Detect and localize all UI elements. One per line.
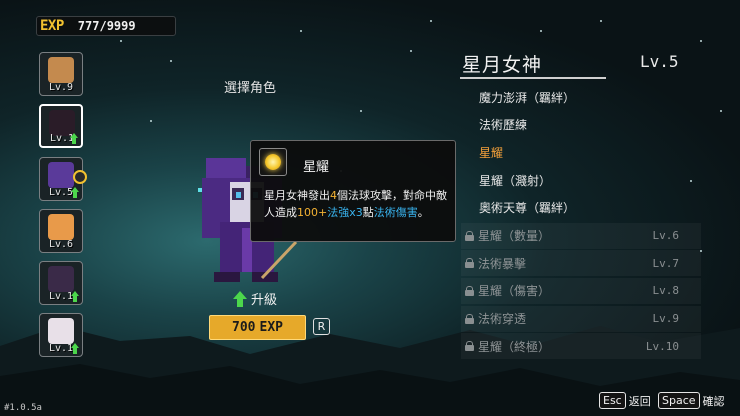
lock-icon [465,230,474,241]
lock-icon [465,258,474,269]
skill-name: 奧術天尊（羈絆） [479,201,576,216]
skill-row[interactable]: 法術穿透 Lv.9 [461,305,701,332]
star [720,110,722,112]
confirm-hint[interactable]: Space 確認 [658,392,725,409]
star [300,30,302,32]
hero-level-label: Lv.9 [49,82,74,93]
hero-level-label: Lv.5 [49,187,74,198]
coin-badge-icon [73,170,87,184]
skill-row[interactable]: 法術暴擊 Lv.7 [461,250,701,277]
skill-unlock-level: Lv.9 [652,312,680,326]
tooltip-text-segment: 4 [330,189,337,202]
cost-amount: 700 [232,320,256,335]
star [360,110,362,112]
skill-name: 法術歷練 [479,118,528,133]
hero-portrait [48,266,74,292]
skill-name: 法術穿透 [478,312,527,327]
skill-name: 星耀（終極） [478,339,551,354]
confirm-label: 確認 [702,394,725,408]
back-label: 返回 [628,394,651,408]
exp-bar: EXP 777/9999 [36,16,176,36]
tooltip-text-segment: 100+ [297,206,328,219]
skill-row[interactable]: 星耀 [461,139,701,165]
hotkey-r: R [313,318,330,335]
upgrade-label: 升級 [251,293,278,308]
star [700,40,702,42]
version-label: #1.0.5a [4,403,42,413]
name-underline [460,77,606,79]
skill-row[interactable]: 星耀（數量） Lv.6 [461,222,701,249]
cost-unit: EXP [259,320,283,335]
hero-level-label: Lv.1 [49,343,74,354]
skill-tooltip: 星耀 星月女神發出4個法球攻擊，對命中敵人造成100+法強x3點法術傷害。 [250,140,456,242]
star [430,20,432,22]
skill-name: 星耀（數量） [478,229,551,243]
tooltip-title: 星耀 [303,160,330,175]
skill-name: 星耀（濺射） [479,173,552,188]
star [410,50,412,52]
skill-name: 星耀 [479,145,504,160]
hero-portrait [48,57,74,83]
star [600,20,602,22]
skill-row[interactable]: 法術歷練 [461,112,701,138]
hero-name: 星月女神 [462,54,543,76]
back-hint[interactable]: Esc 返回 [599,392,651,409]
hero-portrait [48,214,74,240]
hero-level: Lv.5 [640,52,679,71]
hero-slot[interactable]: Lv.1 [39,313,83,357]
skill-unlock-level: Lv.6 [652,229,680,242]
skill-name: 星耀（傷害） [478,284,551,299]
star [540,30,542,32]
hero-level-label: Lv.1 [49,291,74,302]
skill-row[interactable]: 星耀（傷害） Lv.8 [461,277,701,304]
upgrade-button[interactable]: 升級 [233,289,277,308]
lock-icon [465,313,474,324]
skill-row[interactable]: 星耀（濺射） [461,167,701,193]
exp-value: 777/9999 [77,19,136,33]
hero-portrait [48,162,74,188]
hero-slot[interactable]: Lv.1 [39,261,83,305]
upgrade-arrow-icon [71,187,79,198]
lock-icon [465,285,474,296]
tooltip-text-segment: 。 [417,206,429,219]
tooltip-text-segment: 點 [362,206,374,219]
star [170,60,172,62]
esc-key: Esc [599,392,626,409]
hero-portrait [48,318,74,344]
upgrade-cost-button[interactable]: 700 EXP [209,315,306,340]
skill-unlock-level: Lv.10 [645,339,679,353]
skill-name: 法術暴擊 [478,256,527,271]
hero-level-label: Lv.6 [49,239,74,250]
tooltip-text-segment: 法術傷害 [373,206,418,219]
hero-slot[interactable]: Lv.1 [39,104,83,148]
tooltip-description: 星月女神發出4個法球攻擊，對命中敵人造成100+法強x3點法術傷害。 [264,187,450,221]
tooltip-text-segment: 星月女神發出 [264,189,330,202]
select-character-title: 選擇角色 [224,81,277,96]
star-skill-icon [259,148,287,176]
star [150,120,152,122]
hero-slot[interactable]: Lv.6 [39,209,83,253]
exp-label: EXP [40,18,64,34]
skill-row[interactable]: 星耀（終極） Lv.10 [461,333,701,360]
skill-row[interactable]: 奧術天尊（羈絆） [461,195,701,221]
tooltip-text-segment: 法強x3 [327,206,363,219]
hero-slot[interactable]: Lv.9 [39,52,83,96]
upgrade-arrow-icon [71,343,79,354]
upgrade-arrow-icon [233,290,247,307]
skill-unlock-level: Lv.8 [652,284,680,298]
skill-unlock-level: Lv.7 [652,256,680,270]
skill-name: 魔力澎湃（羈絆） [479,90,576,105]
skill-row[interactable]: 魔力澎湃（羈絆） [461,84,701,110]
lock-icon [465,341,474,352]
space-key: Space [658,392,700,409]
star [120,40,122,42]
upgrade-arrow-icon [71,291,79,302]
upgrade-arrow-icon [70,133,78,144]
